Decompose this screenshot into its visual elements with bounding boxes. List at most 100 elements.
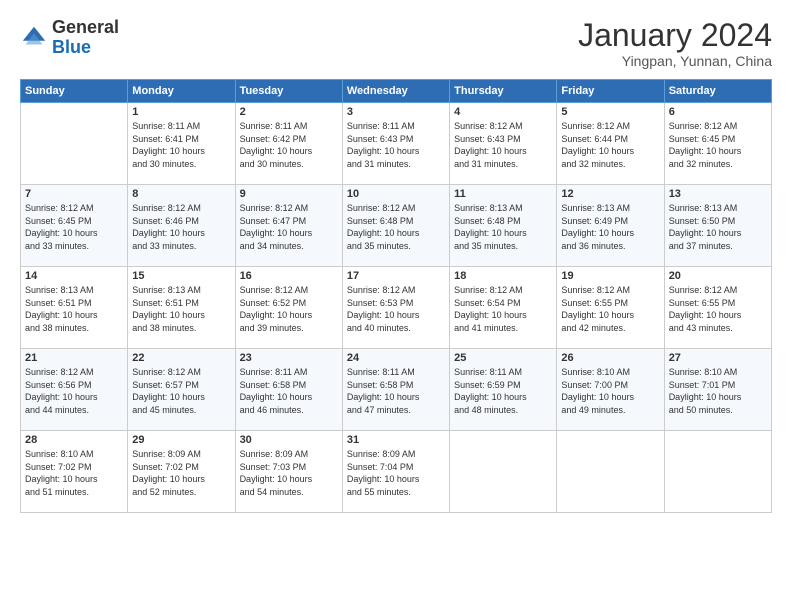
day-info: Sunrise: 8:13 AM Sunset: 6:51 PM Dayligh… bbox=[132, 284, 230, 334]
day-info: Sunrise: 8:13 AM Sunset: 6:51 PM Dayligh… bbox=[25, 284, 123, 334]
location-subtitle: Yingpan, Yunnan, China bbox=[578, 53, 772, 69]
day-info: Sunrise: 8:12 AM Sunset: 6:57 PM Dayligh… bbox=[132, 366, 230, 416]
day-number: 18 bbox=[454, 270, 552, 282]
calendar-table: Sunday Monday Tuesday Wednesday Thursday… bbox=[20, 79, 772, 513]
page: General Blue January 2024 Yingpan, Yunna… bbox=[0, 0, 792, 612]
week-row-3: 21 Sunrise: 8:12 AM Sunset: 6:56 PM Dayli… bbox=[21, 349, 772, 431]
table-row: 11 Sunrise: 8:13 AM Sunset: 6:48 PM Dayli… bbox=[450, 185, 557, 267]
table-row: 12 Sunrise: 8:13 AM Sunset: 6:49 PM Dayli… bbox=[557, 185, 664, 267]
day-number: 20 bbox=[669, 270, 767, 282]
day-info: Sunrise: 8:13 AM Sunset: 6:50 PM Dayligh… bbox=[669, 202, 767, 252]
day-info: Sunrise: 8:10 AM Sunset: 7:01 PM Dayligh… bbox=[669, 366, 767, 416]
table-row: 24Sunrise: 8:11 AM Sunset: 6:58 PM Dayli… bbox=[342, 349, 449, 431]
day-info: Sunrise: 8:12 AM Sunset: 6:48 PM Dayligh… bbox=[347, 202, 445, 252]
day-info: Sunrise: 8:12 AM Sunset: 6:56 PM Dayligh… bbox=[25, 366, 123, 416]
header-sunday: Sunday bbox=[21, 80, 128, 103]
day-info: Sunrise: 8:10 AM Sunset: 7:02 PM Dayligh… bbox=[25, 448, 123, 498]
week-row-2: 14 Sunrise: 8:13 AM Sunset: 6:51 PM Dayli… bbox=[21, 267, 772, 349]
day-number: 21 bbox=[25, 352, 123, 364]
logo: General Blue bbox=[20, 18, 119, 58]
day-info: Sunrise: 8:09 AM Sunset: 7:02 PM Dayligh… bbox=[132, 448, 230, 498]
week-row-1: 7Sunrise: 8:12 AM Sunset: 6:45 PM Daylig… bbox=[21, 185, 772, 267]
day-number: 30 bbox=[240, 434, 338, 446]
day-number: 24 bbox=[347, 352, 445, 364]
day-info: Sunrise: 8:12 AM Sunset: 6:53 PM Dayligh… bbox=[347, 284, 445, 334]
day-number: 15 bbox=[132, 270, 230, 282]
table-row bbox=[557, 431, 664, 513]
table-row: 28 Sunrise: 8:10 AM Sunset: 7:02 PM Dayli… bbox=[21, 431, 128, 513]
logo-blue: Blue bbox=[52, 37, 91, 57]
day-number: 22 bbox=[132, 352, 230, 364]
table-row: 16 Sunrise: 8:12 AM Sunset: 6:52 PM Dayli… bbox=[235, 267, 342, 349]
day-number: 13 bbox=[669, 188, 767, 200]
header-tuesday: Tuesday bbox=[235, 80, 342, 103]
day-info: Sunrise: 8:13 AM Sunset: 6:49 PM Dayligh… bbox=[561, 202, 659, 252]
day-number: 4 bbox=[454, 106, 552, 118]
table-row: 5 Sunrise: 8:12 AM Sunset: 6:44 PM Daylig… bbox=[557, 103, 664, 185]
table-row: 31 Sunrise: 8:09 AM Sunset: 7:04 PM Dayli… bbox=[342, 431, 449, 513]
day-number: 3 bbox=[347, 106, 445, 118]
day-info: Sunrise: 8:12 AM Sunset: 6:45 PM Dayligh… bbox=[669, 120, 767, 170]
day-number: 2 bbox=[240, 106, 338, 118]
day-info: Sunrise: 8:11 AM Sunset: 6:41 PM Dayligh… bbox=[132, 120, 230, 170]
day-number: 1 bbox=[132, 106, 230, 118]
header-saturday: Saturday bbox=[664, 80, 771, 103]
day-number: 28 bbox=[25, 434, 123, 446]
day-info: Sunrise: 8:12 AM Sunset: 6:52 PM Dayligh… bbox=[240, 284, 338, 334]
day-info: Sunrise: 8:09 AM Sunset: 7:04 PM Dayligh… bbox=[347, 448, 445, 498]
table-row: 13 Sunrise: 8:13 AM Sunset: 6:50 PM Dayli… bbox=[664, 185, 771, 267]
week-row-4: 28 Sunrise: 8:10 AM Sunset: 7:02 PM Dayli… bbox=[21, 431, 772, 513]
table-row: 19 Sunrise: 8:12 AM Sunset: 6:55 PM Dayli… bbox=[557, 267, 664, 349]
table-row: 14 Sunrise: 8:13 AM Sunset: 6:51 PM Dayli… bbox=[21, 267, 128, 349]
day-number: 14 bbox=[25, 270, 123, 282]
table-row: 8Sunrise: 8:12 AM Sunset: 6:46 PM Daylig… bbox=[128, 185, 235, 267]
header-friday: Friday bbox=[557, 80, 664, 103]
day-number: 5 bbox=[561, 106, 659, 118]
table-row: 18 Sunrise: 8:12 AM Sunset: 6:54 PM Dayli… bbox=[450, 267, 557, 349]
day-info: Sunrise: 8:11 AM Sunset: 6:58 PM Dayligh… bbox=[240, 366, 338, 416]
table-row: 2Sunrise: 8:11 AM Sunset: 6:42 PM Daylig… bbox=[235, 103, 342, 185]
day-number: 11 bbox=[454, 188, 552, 200]
day-number: 25 bbox=[454, 352, 552, 364]
day-number: 16 bbox=[240, 270, 338, 282]
table-row: 9Sunrise: 8:12 AM Sunset: 6:47 PM Daylig… bbox=[235, 185, 342, 267]
day-info: Sunrise: 8:12 AM Sunset: 6:54 PM Dayligh… bbox=[454, 284, 552, 334]
table-row: 21 Sunrise: 8:12 AM Sunset: 6:56 PM Dayli… bbox=[21, 349, 128, 431]
day-info: Sunrise: 8:12 AM Sunset: 6:44 PM Dayligh… bbox=[561, 120, 659, 170]
day-info: Sunrise: 8:13 AM Sunset: 6:48 PM Dayligh… bbox=[454, 202, 552, 252]
table-row: 30 Sunrise: 8:09 AM Sunset: 7:03 PM Dayli… bbox=[235, 431, 342, 513]
table-row: 1 Sunrise: 8:11 AM Sunset: 6:41 PM Daylig… bbox=[128, 103, 235, 185]
day-number: 12 bbox=[561, 188, 659, 200]
table-row: 7Sunrise: 8:12 AM Sunset: 6:45 PM Daylig… bbox=[21, 185, 128, 267]
table-row: 6Sunrise: 8:12 AM Sunset: 6:45 PM Daylig… bbox=[664, 103, 771, 185]
table-row: 20 Sunrise: 8:12 AM Sunset: 6:55 PM Dayli… bbox=[664, 267, 771, 349]
table-row: 25 Sunrise: 8:11 AM Sunset: 6:59 PM Dayli… bbox=[450, 349, 557, 431]
table-row: 4 Sunrise: 8:12 AM Sunset: 6:43 PM Daylig… bbox=[450, 103, 557, 185]
day-number: 23 bbox=[240, 352, 338, 364]
week-row-0: 1 Sunrise: 8:11 AM Sunset: 6:41 PM Daylig… bbox=[21, 103, 772, 185]
table-row: 22 Sunrise: 8:12 AM Sunset: 6:57 PM Dayli… bbox=[128, 349, 235, 431]
table-row: 15 Sunrise: 8:13 AM Sunset: 6:51 PM Dayli… bbox=[128, 267, 235, 349]
title-block: January 2024 Yingpan, Yunnan, China bbox=[578, 18, 772, 69]
day-number: 17 bbox=[347, 270, 445, 282]
table-row: 29Sunrise: 8:09 AM Sunset: 7:02 PM Dayli… bbox=[128, 431, 235, 513]
day-info: Sunrise: 8:12 AM Sunset: 6:55 PM Dayligh… bbox=[669, 284, 767, 334]
day-number: 8 bbox=[132, 188, 230, 200]
day-number: 10 bbox=[347, 188, 445, 200]
calendar-header-row: Sunday Monday Tuesday Wednesday Thursday… bbox=[21, 80, 772, 103]
day-number: 26 bbox=[561, 352, 659, 364]
day-number: 27 bbox=[669, 352, 767, 364]
day-info: Sunrise: 8:12 AM Sunset: 6:47 PM Dayligh… bbox=[240, 202, 338, 252]
table-row: 26 Sunrise: 8:10 AM Sunset: 7:00 PM Dayli… bbox=[557, 349, 664, 431]
table-row: 3Sunrise: 8:11 AM Sunset: 6:43 PM Daylig… bbox=[342, 103, 449, 185]
day-info: Sunrise: 8:12 AM Sunset: 6:43 PM Dayligh… bbox=[454, 120, 552, 170]
day-info: Sunrise: 8:10 AM Sunset: 7:00 PM Dayligh… bbox=[561, 366, 659, 416]
day-info: Sunrise: 8:09 AM Sunset: 7:03 PM Dayligh… bbox=[240, 448, 338, 498]
day-number: 19 bbox=[561, 270, 659, 282]
header-wednesday: Wednesday bbox=[342, 80, 449, 103]
day-number: 31 bbox=[347, 434, 445, 446]
day-info: Sunrise: 8:11 AM Sunset: 6:59 PM Dayligh… bbox=[454, 366, 552, 416]
month-title: January 2024 bbox=[578, 18, 772, 53]
table-row: 27 Sunrise: 8:10 AM Sunset: 7:01 PM Dayli… bbox=[664, 349, 771, 431]
day-info: Sunrise: 8:12 AM Sunset: 6:55 PM Dayligh… bbox=[561, 284, 659, 334]
